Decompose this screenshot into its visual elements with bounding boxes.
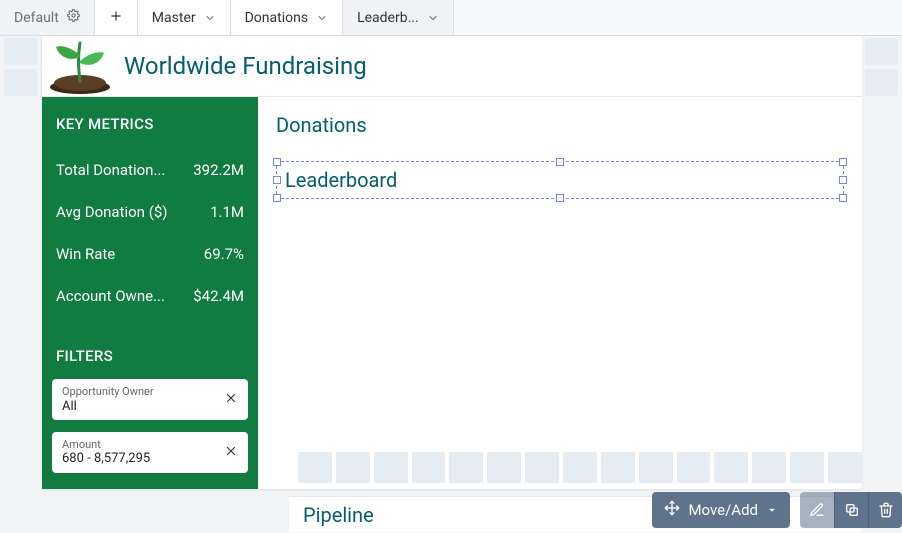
filter-chip-amount[interactable]: Amount 680 - 8,577,295 [52,432,248,473]
selected-widget-leaderboard[interactable]: Leaderboard [276,161,844,199]
metrics-heading: KEY METRICS [42,115,258,149]
card-body: KEY METRICS Total Donation... 392.2M Avg… [42,96,862,489]
edit-button[interactable] [800,492,834,528]
chevron-down-icon [204,12,216,24]
page-tabs: Default Master Donations Leaderb... [0,0,902,36]
sidebar: KEY METRICS Total Donation... 392.2M Avg… [42,97,258,489]
filter-value: All [62,399,154,415]
caret-down-icon [766,504,778,516]
metric-row: Win Rate 69.7% [42,233,258,275]
metric-value: $42.4M [193,287,244,305]
tab-label: Default [14,10,59,26]
widget-toolbar: Move/Add [652,492,902,528]
resize-handle[interactable] [556,194,564,202]
resize-handle[interactable] [273,158,281,166]
chevron-down-icon [427,12,439,24]
resize-handle[interactable] [839,158,847,166]
move-icon [664,500,680,520]
dashboard-card: Worldwide Fundraising KEY METRICS Total … [42,36,862,489]
resize-handle[interactable] [839,194,847,202]
tab-add[interactable] [95,0,138,35]
metric-label: Avg Donation ($) [56,203,167,221]
metric-label: Total Donation... [56,161,165,179]
filter-value: 680 - 8,577,295 [62,451,150,467]
gear-icon [67,9,80,26]
widget-action-group [800,492,902,528]
button-label: Move/Add [688,501,758,519]
logo-plant-icon [48,37,112,95]
tab-label: Donations [245,10,308,26]
filters-heading: FILTERS [42,347,258,373]
move-add-button[interactable]: Move/Add [652,492,790,528]
tab-donations[interactable]: Donations [231,0,343,35]
metric-value: 69.7% [204,245,244,263]
tab-label: Leaderb... [357,10,419,26]
resize-handle[interactable] [273,194,281,202]
metric-row: Total Donation... 392.2M [42,149,258,191]
copy-button[interactable] [834,492,868,528]
filter-name: Opportunity Owner [62,385,154,398]
plus-icon [109,9,123,27]
filter-chip-opportunity-owner[interactable]: Opportunity Owner All [52,379,248,420]
close-icon[interactable] [224,391,238,408]
chevron-down-icon [316,12,328,24]
metric-row: Account Owne... $42.4M [42,275,258,317]
resize-handle[interactable] [839,176,847,184]
main-canvas[interactable]: Donations Leaderboard [258,97,862,489]
close-icon[interactable] [224,444,238,461]
delete-button[interactable] [868,492,902,528]
metric-row: Avg Donation ($) 1.1M [42,191,258,233]
section-title-pipeline: Pipeline [303,503,374,527]
resize-handle[interactable] [273,176,281,184]
tab-leaderboard[interactable]: Leaderb... [343,0,454,35]
metric-label: Account Owne... [56,287,165,305]
widget-title: Leaderboard [285,168,397,192]
tab-master[interactable]: Master [138,0,231,35]
resize-handle[interactable] [556,158,564,166]
metric-value: 392.2M [193,161,244,179]
metric-value: 1.1M [210,203,244,221]
card-header: Worldwide Fundraising [42,36,862,96]
tab-default[interactable]: Default [0,0,95,35]
section-title-donations: Donations [276,113,844,137]
page-title: Worldwide Fundraising [124,52,367,80]
filter-name: Amount [62,438,150,451]
metric-label: Win Rate [56,245,115,263]
tab-label: Master [152,10,196,26]
